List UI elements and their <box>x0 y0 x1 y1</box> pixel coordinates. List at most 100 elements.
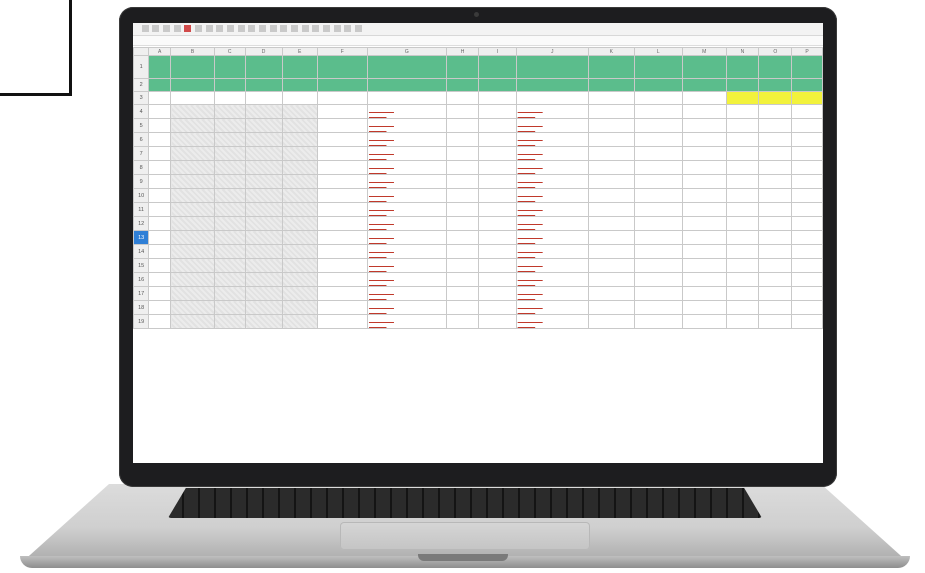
data-cell[interactable] <box>170 286 215 301</box>
data-cell[interactable] <box>281 202 318 217</box>
data-cell[interactable] <box>758 258 793 273</box>
data-cell[interactable] <box>316 104 368 119</box>
data-cell[interactable] <box>587 146 635 161</box>
data-cell[interactable] <box>478 244 517 259</box>
sort-icon[interactable] <box>333 25 341 32</box>
data-cell[interactable] <box>445 244 480 259</box>
fill-color-icon[interactable] <box>195 25 203 32</box>
data-cell[interactable] <box>478 160 517 175</box>
data-cell[interactable] <box>725 132 760 147</box>
data-cell[interactable] <box>681 314 727 329</box>
data-cell[interactable] <box>213 202 246 217</box>
row-header[interactable]: 14 <box>133 244 150 259</box>
row-header[interactable]: 17 <box>133 286 150 301</box>
data-cell[interactable] <box>758 314 793 329</box>
data-cell[interactable] <box>725 216 760 231</box>
data-cell[interactable] <box>170 91 215 105</box>
data-cell[interactable] <box>758 160 793 175</box>
header-cell[interactable] <box>725 78 760 92</box>
data-cell[interactable] <box>316 230 368 245</box>
data-cell[interactable] <box>791 314 823 329</box>
header-cell[interactable] <box>791 55 823 79</box>
data-cell[interactable] <box>725 174 760 189</box>
column-header[interactable]: O <box>758 47 793 56</box>
header-cell[interactable] <box>170 55 215 79</box>
data-cell[interactable] <box>515 146 589 161</box>
data-cell[interactable] <box>725 286 760 301</box>
data-cell[interactable] <box>478 286 517 301</box>
data-cell[interactable] <box>170 314 215 329</box>
data-cell[interactable] <box>478 230 517 245</box>
data-cell[interactable] <box>791 300 823 315</box>
data-cell[interactable] <box>170 202 215 217</box>
data-cell[interactable] <box>758 272 793 287</box>
data-cell[interactable] <box>633 230 683 245</box>
data-cell[interactable] <box>366 132 447 147</box>
data-cell[interactable] <box>587 258 635 273</box>
data-cell[interactable] <box>170 230 215 245</box>
italic-icon[interactable] <box>152 25 160 32</box>
merge-icon[interactable] <box>237 25 245 32</box>
data-cell[interactable] <box>681 216 727 231</box>
data-cell[interactable] <box>478 300 517 315</box>
data-cell[interactable] <box>478 216 517 231</box>
data-cell[interactable] <box>213 286 246 301</box>
align-right-icon[interactable] <box>227 25 235 32</box>
data-cell[interactable] <box>633 104 683 119</box>
data-cell[interactable] <box>244 258 283 273</box>
data-cell[interactable] <box>445 91 480 105</box>
data-cell[interactable] <box>515 244 589 259</box>
data-cell[interactable] <box>244 244 283 259</box>
data-cell[interactable] <box>758 188 793 203</box>
data-cell[interactable] <box>366 104 447 119</box>
header-cell[interactable] <box>478 78 517 92</box>
data-cell[interactable] <box>148 300 172 315</box>
data-cell[interactable] <box>633 216 683 231</box>
data-cell[interactable] <box>213 146 246 161</box>
data-cell[interactable] <box>515 216 589 231</box>
column-header[interactable]: B <box>170 47 215 56</box>
data-cell[interactable] <box>633 258 683 273</box>
header-cell[interactable] <box>681 78 727 92</box>
data-cell[interactable] <box>515 104 589 119</box>
data-cell[interactable] <box>633 244 683 259</box>
data-cell[interactable] <box>445 216 480 231</box>
data-cell[interactable] <box>366 314 447 329</box>
data-cell[interactable] <box>316 202 368 217</box>
data-cell[interactable] <box>758 286 793 301</box>
header-cell[interactable] <box>213 55 246 79</box>
data-cell[interactable] <box>633 188 683 203</box>
data-cell[interactable] <box>281 244 318 259</box>
data-cell[interactable] <box>213 272 246 287</box>
data-cell[interactable] <box>366 174 447 189</box>
data-cell[interactable] <box>281 132 318 147</box>
data-cell[interactable] <box>148 174 172 189</box>
delete-icon[interactable] <box>323 25 331 32</box>
data-cell[interactable] <box>148 202 172 217</box>
row-header[interactable]: 1 <box>133 55 150 79</box>
data-cell[interactable] <box>478 272 517 287</box>
data-cell[interactable] <box>366 244 447 259</box>
data-cell[interactable] <box>213 104 246 119</box>
decimal-icon[interactable] <box>280 25 288 32</box>
header-cell[interactable] <box>633 78 683 92</box>
header-cell[interactable] <box>633 55 683 79</box>
column-header[interactable]: H <box>445 47 480 56</box>
data-cell[interactable] <box>170 104 215 119</box>
row-header[interactable]: 11 <box>133 202 150 217</box>
data-cell[interactable] <box>681 188 727 203</box>
data-cell[interactable] <box>725 118 760 133</box>
data-cell[interactable] <box>316 160 368 175</box>
data-cell[interactable] <box>281 118 318 133</box>
data-cell[interactable] <box>316 258 368 273</box>
data-cell[interactable] <box>633 132 683 147</box>
data-cell[interactable] <box>478 174 517 189</box>
data-cell[interactable] <box>478 146 517 161</box>
data-cell[interactable] <box>316 174 368 189</box>
data-cell[interactable] <box>281 272 318 287</box>
conditional-format-icon[interactable] <box>291 25 299 32</box>
data-cell[interactable] <box>148 104 172 119</box>
data-cell[interactable] <box>791 132 823 147</box>
data-cell[interactable] <box>148 91 172 105</box>
formula-bar[interactable] <box>133 36 823 46</box>
